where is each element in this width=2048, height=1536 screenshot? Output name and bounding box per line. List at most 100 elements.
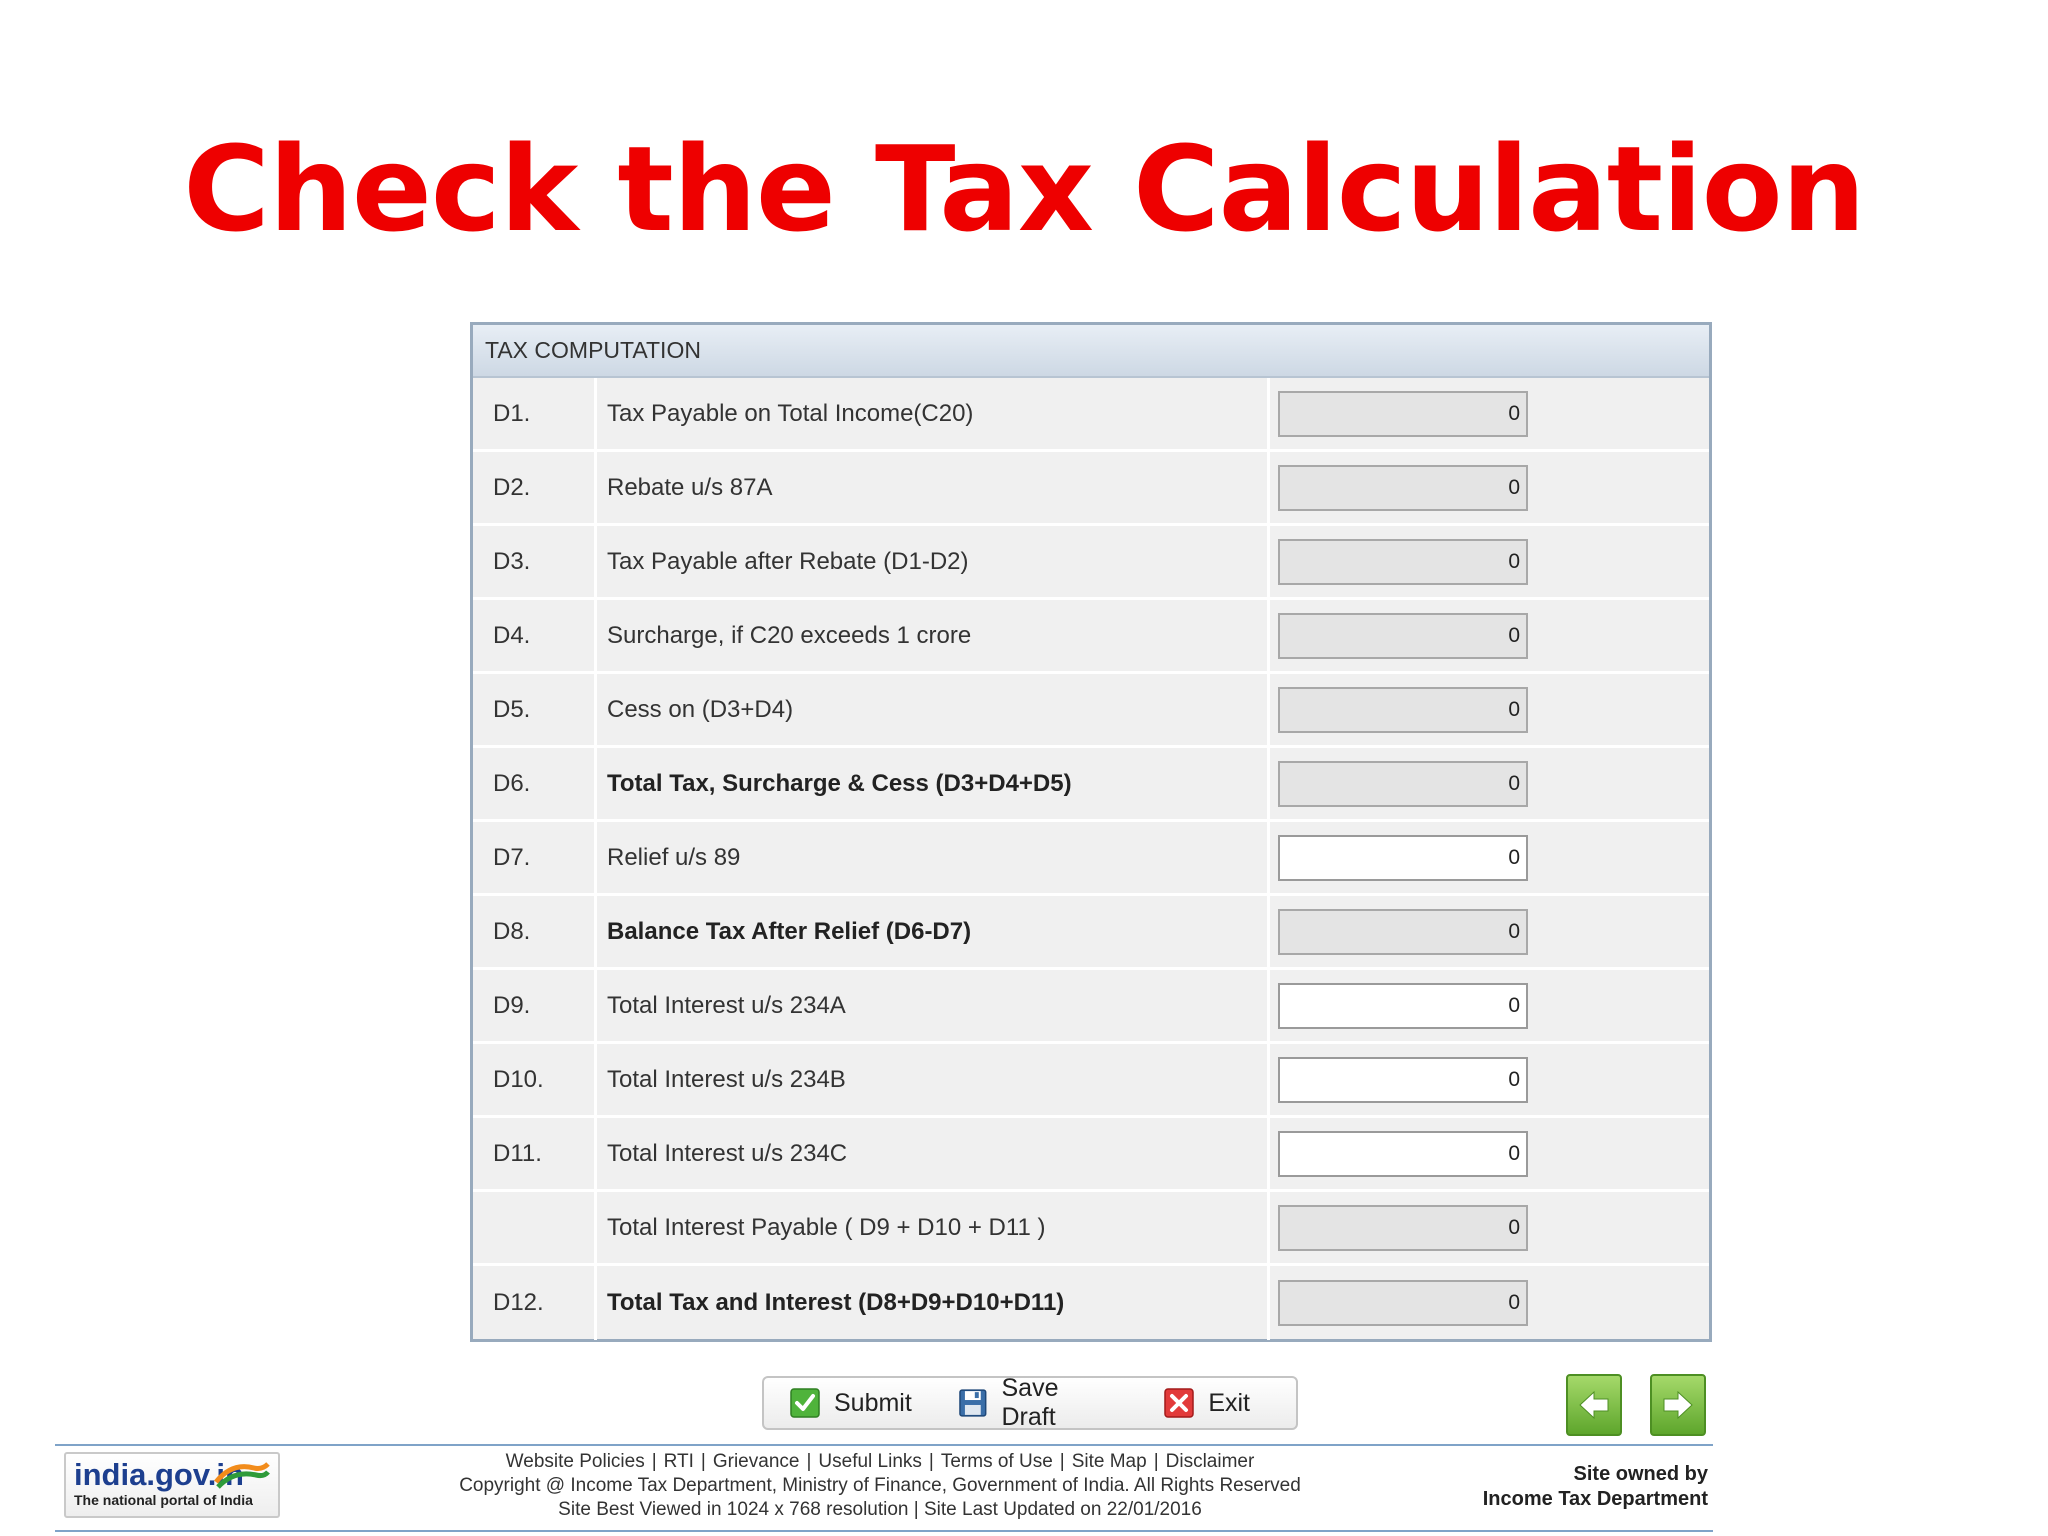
row-value-input <box>1278 1204 1528 1251</box>
link-separator: | <box>806 1451 812 1472</box>
footer-best-viewed: Site Best Viewed in 1024 x 768 resolutio… <box>558 1499 1202 1520</box>
row-label: Total Tax, Surcharge & Cess (D3+D4+D5) <box>597 748 1270 819</box>
footer-link[interactable]: Useful Links <box>818 1451 922 1472</box>
row-code: D6. <box>473 748 597 819</box>
row-label: Rebate u/s 87A <box>597 452 1270 523</box>
row-code: D3. <box>473 526 597 597</box>
row-value-cell <box>1270 674 1709 745</box>
row-value-input <box>1278 464 1528 511</box>
row-label: Surcharge, if C20 exceeds 1 crore <box>597 600 1270 671</box>
row-code: D8. <box>473 896 597 967</box>
tax-row: D4. Surcharge, if C20 exceeds 1 crore <box>473 600 1709 674</box>
tax-row: D12. Total Tax and Interest (D8+D9+D10+D1… <box>473 1266 1709 1340</box>
slide: Check the Tax Calculation TAX COMPUTATIO… <box>0 0 2048 1536</box>
india-gov-logo[interactable]: india.gov.in The national portal of Indi… <box>64 1452 280 1518</box>
exit-button[interactable]: Exit <box>1164 1388 1250 1418</box>
row-value-cell <box>1270 600 1709 671</box>
row-label: Total Interest u/s 234B <box>597 1044 1270 1115</box>
row-code: D9. <box>473 970 597 1041</box>
footer-link[interactable]: Grievance <box>713 1451 800 1472</box>
save-draft-button[interactable]: Save Draft <box>958 1374 1119 1432</box>
action-bar: Submit Save Draft Exit <box>762 1374 1298 1432</box>
tax-row: D8. Balance Tax After Relief (D6-D7) <box>473 896 1709 970</box>
row-code: D5. <box>473 674 597 745</box>
floppy-disk-icon <box>959 1389 987 1417</box>
row-value-input <box>1278 908 1528 955</box>
tax-row: D11. Total Interest u/s 234C <box>473 1118 1709 1192</box>
row-code: D12. <box>473 1266 597 1340</box>
slide-title: Check the Tax Calculation <box>183 120 1865 258</box>
panel-header: TAX COMPUTATION <box>473 325 1709 378</box>
row-value-input <box>1278 760 1528 807</box>
footer-link[interactable]: Terms of Use <box>941 1451 1053 1472</box>
tax-row: D7. Relief u/s 89 <box>473 822 1709 896</box>
footer-link[interactable]: Website Policies <box>506 1451 645 1472</box>
tax-rows: D1.Tax Payable on Total Income(C20)D2.Re… <box>473 378 1709 1340</box>
tax-row: D5. Cess on (D3+D4) <box>473 674 1709 748</box>
row-label: Relief u/s 89 <box>597 822 1270 893</box>
row-value-input[interactable] <box>1278 982 1528 1029</box>
tax-row: D2. Rebate u/s 87A <box>473 452 1709 526</box>
flag-swoosh-icon <box>214 1462 270 1489</box>
row-value-cell <box>1270 526 1709 597</box>
row-code <box>473 1192 597 1263</box>
row-label: Cess on (D3+D4) <box>597 674 1270 745</box>
row-value-cell <box>1270 1192 1709 1263</box>
row-value-cell <box>1270 452 1709 523</box>
link-separator: | <box>1059 1451 1065 1472</box>
row-code: D4. <box>473 600 597 671</box>
save-draft-label: Save Draft <box>1001 1374 1059 1431</box>
site-owner-line1: Site owned by <box>1573 1463 1708 1485</box>
link-separator: | <box>700 1451 706 1472</box>
arrow-left-icon <box>1579 1390 1609 1420</box>
row-label: Tax Payable after Rebate (D1-D2) <box>597 526 1270 597</box>
row-label: Total Interest u/s 234A <box>597 970 1270 1041</box>
next-page-button[interactable] <box>1650 1374 1706 1436</box>
link-separator: | <box>1153 1451 1159 1472</box>
check-icon <box>790 1388 820 1418</box>
footer-bottom-rule <box>55 1530 1713 1532</box>
red-x-icon <box>1164 1388 1195 1418</box>
tax-computation-panel: TAX COMPUTATION D1. Tax Payable on Total … <box>470 322 1712 1342</box>
row-label: Balance Tax After Relief (D6-D7) <box>597 896 1270 967</box>
row-value-input <box>1278 390 1528 437</box>
row-value-input <box>1278 538 1528 585</box>
row-label: Tax Payable on Total Income(C20) <box>597 378 1270 449</box>
row-value-cell <box>1270 822 1709 893</box>
footer-link[interactable]: RTI <box>664 1451 694 1472</box>
row-code: D7. <box>473 822 597 893</box>
row-value-input[interactable] <box>1278 1130 1528 1177</box>
row-value-input[interactable] <box>1278 1056 1528 1103</box>
row-code: D11. <box>473 1118 597 1189</box>
row-value-cell <box>1270 1266 1709 1340</box>
submit-button[interactable]: Submit <box>790 1388 912 1418</box>
logo-tagline: The national portal of India <box>74 1492 253 1508</box>
tax-row: D1. Tax Payable on Total Income(C20) <box>473 378 1709 452</box>
row-value-cell <box>1270 748 1709 819</box>
site-owner: Site owned by Income Tax Department <box>1483 1462 1708 1512</box>
row-value-input <box>1278 612 1528 659</box>
row-value-cell <box>1270 970 1709 1041</box>
tax-row: D3. Tax Payable after Rebate (D1-D2) <box>473 526 1709 600</box>
row-value-input[interactable] <box>1278 834 1528 881</box>
footer-copyright: Copyright @ Income Tax Department, Minis… <box>459 1475 1301 1496</box>
previous-page-button[interactable] <box>1566 1374 1622 1436</box>
row-code: D1. <box>473 378 597 449</box>
arrow-right-icon <box>1663 1390 1693 1420</box>
footer-top-rule <box>55 1444 1713 1446</box>
row-label: Total Interest u/s 234C <box>597 1118 1270 1189</box>
link-separator: | <box>651 1451 657 1472</box>
site-owner-line2: Income Tax Department <box>1482 1488 1708 1510</box>
row-value-cell <box>1270 378 1709 449</box>
row-value-input <box>1278 1280 1528 1326</box>
row-label: Total Interest Payable ( D9 + D10 + D11 … <box>597 1192 1270 1263</box>
row-value-cell <box>1270 896 1709 967</box>
row-code: D2. <box>473 452 597 523</box>
row-value-cell <box>1270 1044 1709 1115</box>
footer-link[interactable]: Site Map <box>1072 1451 1147 1472</box>
link-separator: | <box>928 1451 934 1472</box>
row-label: Total Tax and Interest (D8+D9+D10+D11) <box>597 1266 1270 1340</box>
row-code: D10. <box>473 1044 597 1115</box>
tax-row: D9. Total Interest u/s 234A <box>473 970 1709 1044</box>
footer-link[interactable]: Disclaimer <box>1166 1451 1255 1472</box>
